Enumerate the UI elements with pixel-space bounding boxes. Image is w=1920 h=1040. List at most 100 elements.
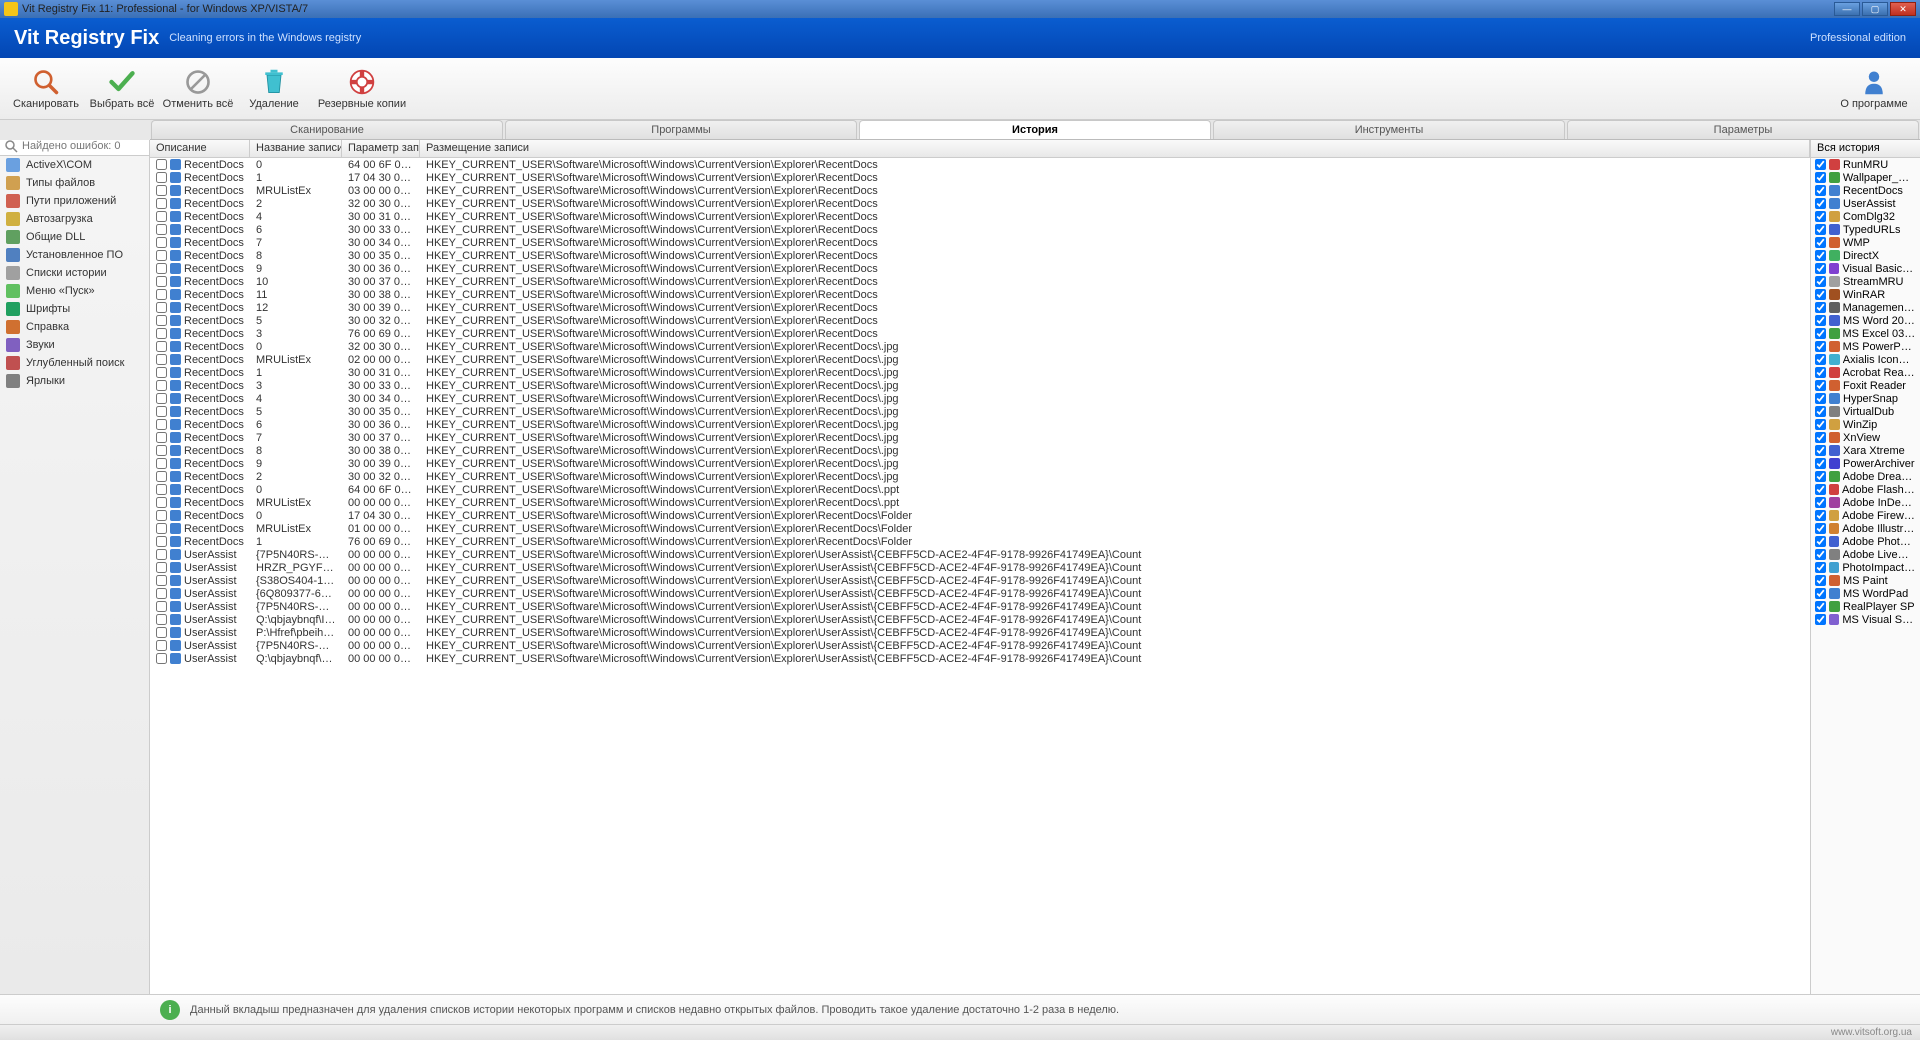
history-item[interactable]: MS Excel 03/07 bbox=[1811, 327, 1920, 340]
delete-button[interactable]: Удаление bbox=[236, 62, 312, 116]
backups-button[interactable]: Резервные копии bbox=[312, 62, 412, 116]
category-item[interactable]: Автозагрузка bbox=[0, 210, 149, 228]
history-checkbox[interactable] bbox=[1815, 601, 1826, 612]
row-checkbox[interactable] bbox=[156, 562, 167, 573]
table-row[interactable]: RecentDocsMRUListEx01 00 00 00 00 ...HKE… bbox=[150, 522, 1810, 535]
history-checkbox[interactable] bbox=[1815, 575, 1826, 586]
history-checkbox[interactable] bbox=[1815, 445, 1826, 456]
history-checkbox[interactable] bbox=[1815, 432, 1826, 443]
history-item[interactable]: Adobe Photos... bbox=[1811, 535, 1920, 548]
history-checkbox[interactable] bbox=[1815, 211, 1826, 222]
row-checkbox[interactable] bbox=[156, 458, 167, 469]
table-row[interactable]: RecentDocsMRUListEx03 00 00 00 05 ...HKE… bbox=[150, 184, 1810, 197]
history-item[interactable]: XnView bbox=[1811, 431, 1920, 444]
row-checkbox[interactable] bbox=[156, 471, 167, 482]
row-checkbox[interactable] bbox=[156, 549, 167, 560]
row-checkbox[interactable] bbox=[156, 289, 167, 300]
row-checkbox[interactable] bbox=[156, 523, 167, 534]
col-description[interactable]: Описание bbox=[150, 140, 250, 157]
row-checkbox[interactable] bbox=[156, 185, 167, 196]
history-checkbox[interactable] bbox=[1815, 302, 1826, 313]
category-item[interactable]: Меню «Пуск» bbox=[0, 282, 149, 300]
history-checkbox[interactable] bbox=[1815, 497, 1826, 508]
table-row[interactable]: RecentDocs430 00 31 00 2E ...HKEY_CURREN… bbox=[150, 210, 1810, 223]
table-row[interactable]: UserAssistHRZR_PGYFRFFVBA00 00 00 00 9E … bbox=[150, 561, 1810, 574]
row-checkbox[interactable] bbox=[156, 575, 167, 586]
history-checkbox[interactable] bbox=[1815, 523, 1826, 534]
history-item[interactable]: RealPlayer SP bbox=[1811, 600, 1920, 613]
table-row[interactable]: RecentDocs830 00 35 00 2E ...HKEY_CURREN… bbox=[150, 249, 1810, 262]
history-item[interactable]: MS WordPad bbox=[1811, 587, 1920, 600]
table-row[interactable]: RecentDocsMRUListEx00 00 00 00 FF ...HKE… bbox=[150, 496, 1810, 509]
table-row[interactable]: UserAssist{7P5N40RS-N0S0-4...00 00 00 00… bbox=[150, 548, 1810, 561]
history-checkbox[interactable] bbox=[1815, 289, 1826, 300]
history-checkbox[interactable] bbox=[1815, 419, 1826, 430]
table-row[interactable]: RecentDocsMRUListEx02 00 00 00 09 ...HKE… bbox=[150, 353, 1810, 366]
history-item[interactable]: Adobe Dream... bbox=[1811, 470, 1920, 483]
row-checkbox[interactable] bbox=[156, 627, 167, 638]
row-checkbox[interactable] bbox=[156, 432, 167, 443]
history-checkbox[interactable] bbox=[1815, 380, 1826, 391]
history-item[interactable]: MS Paint bbox=[1811, 574, 1920, 587]
row-checkbox[interactable] bbox=[156, 367, 167, 378]
history-checkbox[interactable] bbox=[1815, 367, 1826, 378]
row-checkbox[interactable] bbox=[156, 328, 167, 339]
history-checkbox[interactable] bbox=[1815, 341, 1826, 352]
table-row[interactable]: RecentDocs117 04 30 04 33 ...HKEY_CURREN… bbox=[150, 171, 1810, 184]
history-checkbox[interactable] bbox=[1815, 562, 1826, 573]
history-item[interactable]: WinZip bbox=[1811, 418, 1920, 431]
history-item[interactable]: MS PowerPoi... bbox=[1811, 340, 1920, 353]
table-row[interactable]: RecentDocs130 00 31 00 2E ...HKEY_CURREN… bbox=[150, 366, 1810, 379]
row-checkbox[interactable] bbox=[156, 601, 167, 612]
history-checkbox[interactable] bbox=[1815, 237, 1826, 248]
table-row[interactable]: UserAssistQ:\qbjaybnqf\Ivg Ert...00 00 0… bbox=[150, 613, 1810, 626]
category-item[interactable]: Общие DLL bbox=[0, 228, 149, 246]
row-checkbox[interactable] bbox=[156, 510, 167, 521]
table-row[interactable]: UserAssist{7P5N40RS-N0S0-4...00 00 00 00… bbox=[150, 600, 1810, 613]
table-row[interactable]: UserAssist{6Q809377-6NS0-44...00 00 00 0… bbox=[150, 587, 1810, 600]
history-checkbox[interactable] bbox=[1815, 614, 1826, 625]
history-item[interactable]: MS Visual Stu... bbox=[1811, 613, 1920, 626]
row-checkbox[interactable] bbox=[156, 445, 167, 456]
row-checkbox[interactable] bbox=[156, 302, 167, 313]
history-item[interactable]: Adobe LiveCy... bbox=[1811, 548, 1920, 561]
col-entry-path[interactable]: Размещение записи bbox=[420, 140, 1810, 157]
category-item[interactable]: Типы файлов bbox=[0, 174, 149, 192]
row-checkbox[interactable] bbox=[156, 406, 167, 417]
history-item[interactable]: Acrobat Reader bbox=[1811, 366, 1920, 379]
history-checkbox[interactable] bbox=[1815, 393, 1826, 404]
history-item[interactable]: HyperSnap bbox=[1811, 392, 1920, 405]
history-item[interactable]: TypedURLs bbox=[1811, 223, 1920, 236]
table-row[interactable]: UserAssist{S38OS404-1Q43-4...00 00 00 00… bbox=[150, 574, 1810, 587]
history-checkbox[interactable] bbox=[1815, 510, 1826, 521]
history-checkbox[interactable] bbox=[1815, 484, 1826, 495]
category-item[interactable]: Справка bbox=[0, 318, 149, 336]
row-checkbox[interactable] bbox=[156, 393, 167, 404]
history-item[interactable]: Visual Basic 6.0 bbox=[1811, 262, 1920, 275]
row-checkbox[interactable] bbox=[156, 484, 167, 495]
history-item[interactable]: WMP bbox=[1811, 236, 1920, 249]
table-row[interactable]: RecentDocs1030 00 37 00 2E ...HKEY_CURRE… bbox=[150, 275, 1810, 288]
table-row[interactable]: RecentDocs064 00 6F 00 63 ...HKEY_CURREN… bbox=[150, 483, 1810, 496]
row-checkbox[interactable] bbox=[156, 172, 167, 183]
row-checkbox[interactable] bbox=[156, 354, 167, 365]
table-row[interactable]: RecentDocs330 00 33 00 2E ...HKEY_CURREN… bbox=[150, 379, 1810, 392]
maximize-button[interactable]: ▢ bbox=[1862, 2, 1888, 16]
row-checkbox[interactable] bbox=[156, 250, 167, 261]
about-button[interactable]: О программе bbox=[1836, 62, 1912, 116]
history-item[interactable]: VirtualDub bbox=[1811, 405, 1920, 418]
history-checkbox[interactable] bbox=[1815, 172, 1826, 183]
history-item[interactable]: MS Word 2007 bbox=[1811, 314, 1920, 327]
history-checkbox[interactable] bbox=[1815, 198, 1826, 209]
table-row[interactable]: RecentDocs430 00 34 00 2E ...HKEY_CURREN… bbox=[150, 392, 1810, 405]
category-item[interactable]: Углубленный поиск bbox=[0, 354, 149, 372]
minimize-button[interactable]: — bbox=[1834, 2, 1860, 16]
history-item[interactable]: Adobe Flash C... bbox=[1811, 483, 1920, 496]
history-item[interactable]: DirectX bbox=[1811, 249, 1920, 262]
row-checkbox[interactable] bbox=[156, 224, 167, 235]
history-item[interactable]: WinRAR bbox=[1811, 288, 1920, 301]
history-checkbox[interactable] bbox=[1815, 159, 1826, 170]
history-checkbox[interactable] bbox=[1815, 536, 1826, 547]
row-checkbox[interactable] bbox=[156, 588, 167, 599]
tab-programs[interactable]: Программы bbox=[505, 120, 857, 139]
